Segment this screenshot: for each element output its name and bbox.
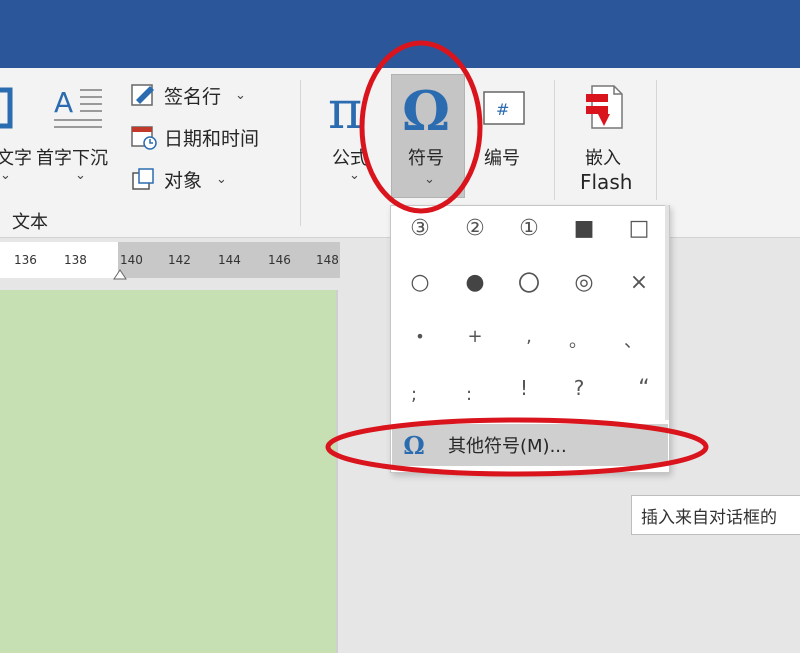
object-icon — [130, 166, 158, 192]
ruler-tick: 136 — [14, 253, 37, 267]
numbering-label[interactable]: 编号 — [484, 144, 520, 170]
ruler-tick: 148 — [316, 253, 339, 267]
symbol-cell[interactable]: “ — [624, 368, 664, 408]
title-bar — [0, 0, 800, 68]
symbol-cell[interactable]: × — [619, 262, 659, 302]
symbol-cell[interactable]: ③ — [400, 208, 440, 248]
page-shadow — [336, 290, 338, 653]
symbol-cell[interactable]: + — [455, 316, 495, 356]
symbol-cell[interactable]: 〇 — [509, 262, 549, 302]
symbol-cell[interactable]: □ — [619, 208, 659, 248]
more-symbols-label: 其他符号(M)... — [448, 436, 567, 457]
object-label: 对象 — [164, 169, 203, 192]
symbol-cell[interactable]: ? — [559, 368, 599, 408]
symbol-cell[interactable]: • — [400, 316, 440, 356]
symbol-cell[interactable]: ◎ — [564, 262, 604, 302]
calendar-icon — [130, 124, 158, 150]
svg-text:#: # — [496, 100, 509, 119]
date-time-label: 日期和时间 — [164, 127, 260, 150]
tooltip: 插入来自对话框的 — [631, 495, 800, 535]
text-box-chevron-icon[interactable]: ⌄ — [0, 168, 11, 183]
dropdown-scrollbar[interactable] — [665, 205, 669, 420]
drop-cap-label[interactable]: 首字下沉 — [36, 144, 108, 170]
symbol-cell[interactable]: : — [449, 374, 489, 414]
omega-icon: Ω — [398, 79, 458, 143]
numbering-icon[interactable]: # — [482, 88, 528, 128]
omega-small-icon: Ω — [403, 430, 425, 460]
symbol-chevron-icon[interactable]: ⌄ — [424, 172, 435, 187]
group-divider — [300, 80, 301, 226]
drop-cap-chevron-icon[interactable]: ⌄ — [75, 168, 86, 183]
ruler-tick: 138 — [64, 253, 87, 267]
symbol-cell[interactable]: 、 — [613, 320, 653, 360]
document-page[interactable] — [0, 290, 336, 653]
ruler-tick: 146 — [268, 253, 291, 267]
group-divider-3 — [656, 80, 657, 200]
svg-text:A: A — [54, 86, 73, 119]
flash-icon[interactable] — [584, 84, 626, 132]
more-symbols-item[interactable]: Ω 其他符号(M)... — [392, 424, 668, 466]
flash-label[interactable]: Flash — [580, 170, 632, 194]
equation-chevron-icon[interactable]: ⌄ — [349, 168, 360, 183]
symbol-cell[interactable]: ① — [509, 208, 549, 248]
symbol-cell[interactable]: ② — [455, 208, 495, 248]
pi-icon[interactable]: π — [326, 81, 378, 141]
group-label-text: 文本 — [12, 212, 48, 233]
signature-line-label: 签名行 — [164, 85, 222, 108]
svg-text:π: π — [328, 82, 362, 138]
text-box-label[interactable]: 文字 — [0, 144, 32, 170]
symbol-label: 符号 — [408, 148, 444, 169]
ruler-tick: 144 — [218, 253, 241, 267]
text-box-icon — [0, 86, 14, 132]
object-button[interactable]: 对象 ⌄ — [130, 164, 227, 194]
group-divider-2 — [554, 80, 555, 200]
signature-line-icon — [130, 82, 158, 108]
embed-label[interactable]: 嵌入 — [585, 144, 621, 170]
symbol-cell[interactable]: ● — [455, 262, 495, 302]
symbol-cell[interactable]: ○ — [400, 262, 440, 302]
signature-line-button[interactable]: 签名行 ⌄ — [130, 80, 246, 110]
ruler-tick: 142 — [168, 253, 191, 267]
indent-marker-icon[interactable] — [113, 265, 127, 280]
equation-label[interactable]: 公式 — [332, 144, 368, 170]
symbol-cell[interactable]: ; — [394, 374, 434, 414]
symbol-cell[interactable]: , — [509, 316, 549, 356]
signature-line-chevron-icon[interactable]: ⌄ — [235, 88, 246, 103]
symbol-cell[interactable]: ! — [504, 368, 544, 408]
object-chevron-icon[interactable]: ⌄ — [216, 172, 227, 187]
drop-cap-icon[interactable]: A — [52, 82, 104, 132]
symbol-cell[interactable]: ■ — [564, 208, 604, 248]
symbol-cell[interactable]: 。 — [558, 320, 598, 360]
date-time-button[interactable]: 日期和时间 — [130, 122, 259, 152]
svg-text:Ω: Ω — [402, 80, 450, 138]
